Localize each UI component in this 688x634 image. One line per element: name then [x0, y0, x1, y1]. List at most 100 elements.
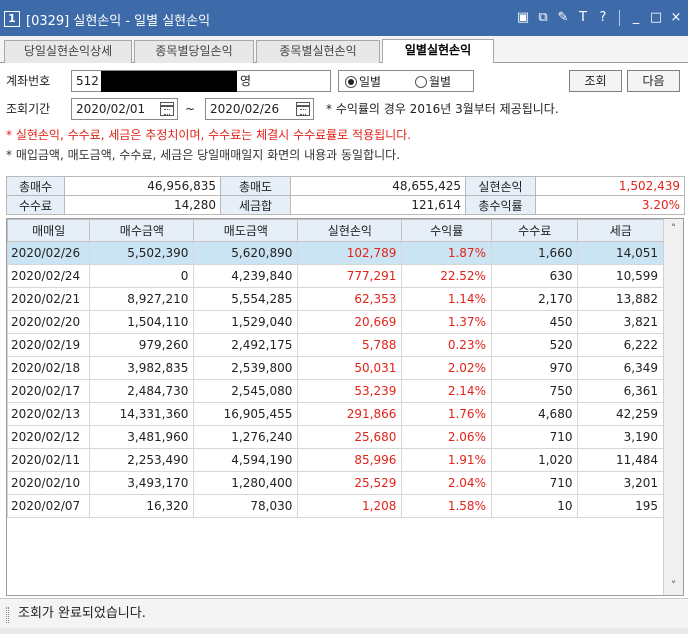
calendar-icon[interactable] [296, 102, 310, 116]
summary-table: 총매수 46,956,835 총매도 48,655,425 실현손익 1,502… [6, 176, 685, 215]
cell-trade-date: 2020/02/18 [7, 356, 91, 380]
date-range-separator: ~ [185, 102, 196, 116]
summary-row: 수수료 14,280 세금합 121,614 총수익률 3.20% [6, 195, 685, 215]
cell-sell-amount: 4,594,190 [193, 448, 299, 472]
cell-sell-amount: 2,539,800 [193, 356, 299, 380]
window-restore-icon[interactable]: ▣ [515, 9, 531, 27]
table-row[interactable]: 2020/02/11 2,253,490 4,594,190 85,996 1.91% 1… [7, 448, 664, 472]
cell-sell-amount: 4,239,840 [193, 264, 299, 288]
estimate-notice: * 실현손익, 수수료, 세금은 추정치이며, 수수료는 체결시 수수료률로 적… [6, 128, 412, 142]
table-row[interactable]: 2020/02/17 2,484,730 2,545,080 53,239 2.14% 7… [7, 379, 664, 403]
header-sell-amount[interactable]: 매도금액 [193, 219, 299, 242]
cell-return-rate: 2.02% [401, 356, 492, 380]
tab-stock-daily-pnl[interactable]: 종목별당일손익 [134, 40, 254, 63]
radio-daily-label: 일별 [359, 75, 382, 89]
header-realized-pnl[interactable]: 실현손익 [297, 219, 403, 242]
pin-icon[interactable]: ✎ [555, 9, 571, 27]
table-header-row: 매매일 매수금액 매도금액 실현손익 수익률 수수료 세금 [7, 219, 664, 242]
table-row[interactable]: 2020/02/21 8,927,210 5,554,285 62,353 1.14% 2… [7, 287, 664, 311]
header-tax[interactable]: 세금 [577, 219, 664, 242]
scroll-up-icon[interactable]: ˄ [664, 219, 683, 238]
radio-selected-icon [345, 76, 357, 88]
header-fee[interactable]: 수수료 [490, 219, 579, 242]
cell-buy-amount: 14,331,360 [89, 402, 195, 426]
tax-label: 세금합 [220, 195, 291, 215]
period-row: 조회기간 2020/02/01 ~ 2020/02/26 * 수익률의 경우 2… [0, 98, 688, 122]
cell-trade-date: 2020/02/26 [7, 241, 91, 265]
tab-daily-realized-detail[interactable]: 당일실현손익상세 [4, 40, 132, 63]
status-message: 조회가 완료되었습니다. [18, 606, 146, 621]
summary-row: 총매수 46,956,835 총매도 48,655,425 실현손익 1,502… [6, 176, 685, 196]
table-row[interactable]: 2020/02/24 0 4,239,840 777,291 22.52% 630 10,5… [7, 264, 664, 288]
header-return-rate[interactable]: 수익률 [401, 219, 492, 242]
radio-daily[interactable]: 일별 [345, 73, 381, 91]
cell-trade-date: 2020/02/10 [7, 471, 91, 495]
window-title: [0329] 실현손익 - 일별 실현손익 [26, 14, 211, 29]
cell-trade-date: 2020/02/11 [7, 448, 91, 472]
cell-tax: 6,361 [577, 379, 664, 403]
query-button[interactable]: 조회 [569, 70, 622, 92]
realized-pnl-label: 실현손익 [465, 176, 536, 196]
cell-fee: 450 [490, 310, 579, 334]
cell-sell-amount: 1,529,040 [193, 310, 299, 334]
minimize-icon[interactable]: _ [628, 9, 644, 27]
table-row[interactable]: 2020/02/12 3,481,960 1,276,240 25,680 2.06% 7… [7, 425, 664, 449]
table-row[interactable]: 2020/02/07 16,320 78,030 1,208 1.58% 10 195 [7, 494, 664, 518]
table-row[interactable]: 2020/02/10 3,493,170 1,280,400 25,529 2.04% 7… [7, 471, 664, 495]
scroll-down-icon[interactable]: ˅ [664, 576, 683, 595]
cell-realized-pnl: 291,866 [297, 402, 403, 426]
cell-return-rate: 1.58% [401, 494, 492, 518]
total-buy-value: 46,956,835 [64, 176, 221, 196]
cell-tax: 3,201 [577, 471, 664, 495]
date-to-field[interactable]: 2020/02/26 [205, 98, 314, 120]
popout-icon[interactable]: ⧉ [535, 9, 551, 27]
calendar-icon[interactable] [160, 102, 174, 116]
cell-realized-pnl: 102,789 [297, 241, 403, 265]
account-row: 계좌번호 512 영 일별 월별 조회 다음 [0, 70, 688, 94]
cell-trade-date: 2020/02/21 [7, 287, 91, 311]
cell-sell-amount: 2,545,080 [193, 379, 299, 403]
account-number-prefix: 512 [76, 74, 99, 88]
cell-tax: 6,349 [577, 356, 664, 380]
date-to-value: 2020/02/26 [210, 102, 280, 116]
cell-realized-pnl: 50,031 [297, 356, 403, 380]
cell-realized-pnl: 20,669 [297, 310, 403, 334]
fee-label: 수수료 [6, 195, 65, 215]
cell-buy-amount: 5,502,390 [89, 241, 195, 265]
cell-return-rate: 1.87% [401, 241, 492, 265]
daily-pnl-table: 매매일 매수금액 매도금액 실현손익 수익률 수수료 세금 2020/02/26… [7, 219, 664, 518]
help-icon[interactable]: ? [595, 9, 611, 27]
fee-value: 14,280 [64, 195, 221, 215]
table-row[interactable]: 2020/02/20 1,504,110 1,529,040 20,669 1.37% 4… [7, 310, 664, 334]
radio-unselected-icon [415, 76, 427, 88]
cell-fee: 630 [490, 264, 579, 288]
date-from-field[interactable]: 2020/02/01 [71, 98, 178, 120]
radio-monthly[interactable]: 월별 [415, 73, 451, 91]
table-row[interactable]: 2020/02/26 5,502,390 5,620,890 102,789 1.87%… [7, 241, 664, 265]
table-row[interactable]: 2020/02/18 3,982,835 2,539,800 50,031 2.02% 9… [7, 356, 664, 380]
header-buy-amount[interactable]: 매수금액 [89, 219, 195, 242]
realized-pnl-value: 1,502,439 [535, 176, 685, 196]
cell-buy-amount: 1,504,110 [89, 310, 195, 334]
daily-pnl-grid[interactable]: 매매일 매수금액 매도금액 실현손익 수익률 수수료 세금 2020/02/26… [6, 218, 684, 596]
cell-realized-pnl: 1,208 [297, 494, 403, 518]
title-bar-controls: ▣ ⧉ ✎ T ? _ □ × [515, 9, 684, 27]
table-row[interactable]: 2020/02/19 979,260 2,492,175 5,788 0.23% 520 6… [7, 333, 664, 357]
maximize-icon[interactable]: □ [648, 9, 664, 27]
vertical-scrollbar[interactable]: ˄ ˅ [663, 219, 683, 595]
text-size-icon[interactable]: T [575, 9, 591, 27]
next-button[interactable]: 다음 [627, 70, 680, 92]
close-icon[interactable]: × [668, 9, 684, 27]
tab-daily-realized-pnl[interactable]: 일별실현손익 [382, 39, 494, 63]
cell-fee: 4,680 [490, 402, 579, 426]
tab-stock-realized-pnl[interactable]: 종목별실현손익 [256, 40, 380, 63]
cell-fee: 10 [490, 494, 579, 518]
cell-fee: 710 [490, 471, 579, 495]
cell-tax: 3,190 [577, 425, 664, 449]
table-row[interactable]: 2020/02/13 14,331,360 16,905,455 291,866 1.7… [7, 402, 664, 426]
header-trade-date[interactable]: 매매일 [7, 219, 91, 242]
cell-fee: 750 [490, 379, 579, 403]
cell-trade-date: 2020/02/17 [7, 379, 91, 403]
cell-return-rate: 2.14% [401, 379, 492, 403]
total-return-value: 3.20% [535, 195, 685, 215]
